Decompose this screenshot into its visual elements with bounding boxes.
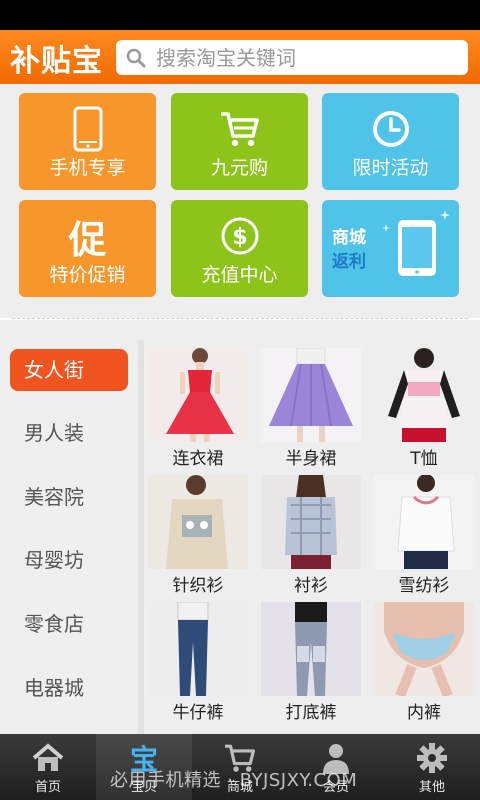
product-photo [148,475,248,569]
product-label: 雪纺衫 [398,576,450,596]
product-label: 连衣裙 [172,449,224,469]
tile-special-sale[interactable]: 促 特价促销 [19,200,156,297]
product-shirt[interactable]: 衬衫 [261,475,361,597]
divider [12,318,468,319]
product-underwear[interactable]: 内裤 [374,602,474,724]
gear-icon [384,740,480,776]
product-leggings[interactable]: 打底裤 [261,602,361,724]
product-label: 针织衫 [172,576,224,596]
tile-limited-time[interactable]: 限时活动 [322,93,459,190]
watermark: 必用手机精选 · BYJSJXY.COM [110,770,358,791]
category-beauty[interactable]: 美容院 [10,476,130,518]
home-icon [0,740,96,776]
tile-label: 九元购 [210,157,268,179]
category-women[interactable]: 女人街 [10,349,140,391]
app-logo: 补贴宝 [10,44,103,79]
promo-icon: 促 [68,217,107,262]
tile-label: 手机专享 [49,157,126,179]
status-bar [0,0,480,30]
search-icon [126,48,146,68]
tab-home[interactable]: 首页 [0,734,96,800]
product-tshirt[interactable]: T恤 [374,348,474,470]
tab-label: 首页 [34,780,61,795]
tab-other[interactable]: 其他 [384,734,480,800]
product-skirt[interactable]: 半身裙 [261,348,361,470]
product-dress[interactable]: 连衣裙 [148,348,248,470]
product-photo [148,348,248,442]
product-label: 打底裤 [285,703,337,723]
search-input[interactable] [156,40,456,75]
category-snacks[interactable]: 零食店 [10,603,130,645]
product-knitwear[interactable]: 针织衫 [148,475,248,597]
category-sidebar: 女人街 男人装 美容院 母婴坊 零食店 电器城 [0,320,140,734]
tile-nine-yuan[interactable]: 九元购 [171,93,308,190]
app-header: 补贴宝 [0,30,480,84]
tile-mall-rebate[interactable]: 商城 返利 [322,200,459,297]
content-area: 女人街 男人装 美容院 母婴坊 零食店 电器城 连衣裙 半身裙 T恤 针织衫 衬… [0,320,480,734]
product-label: 半身裙 [285,449,337,469]
product-photo [148,602,248,696]
product-jeans[interactable]: 牛仔裤 [148,602,248,724]
category-men[interactable]: 男人装 [10,412,130,454]
tile-label: 限时活动 [352,157,429,179]
product-label: T恤 [410,449,438,469]
tile-label: 特价促销 [49,264,126,286]
phone-icon [19,105,156,153]
tile-label: 充值中心 [201,264,278,286]
dollar-icon: $ [171,212,308,260]
tablet-icon [398,220,436,276]
product-photo [374,475,474,569]
product-label: 内裤 [407,703,441,723]
search-box[interactable] [116,40,468,75]
tile-phone-exclusive[interactable]: 手机专享 [19,93,156,190]
category-baby[interactable]: 母婴坊 [10,539,130,581]
product-photo [261,602,361,696]
tab-label: 其他 [418,780,445,795]
tile-recharge[interactable]: $ 充值中心 [171,200,308,297]
category-electronics[interactable]: 电器城 [10,667,130,709]
product-label: 衬衫 [294,576,328,596]
clock-icon [322,105,459,153]
svg-text:$: $ [232,225,247,250]
cart-icon [171,105,308,153]
product-chiffon[interactable]: 雪纺衫 [374,475,474,597]
rebate-line1: 商城 [332,228,366,248]
product-photo [261,475,361,569]
rebate-line2: 返利 [332,252,366,272]
product-photo [374,348,474,442]
sidebar-separator [138,340,144,734]
product-photo [374,602,474,696]
product-photo [261,348,361,442]
feature-tiles: 手机专享 九元购 限时活动 促 特价促销 $ 充值中心 商城 返利 [0,84,480,318]
product-grid: 连衣裙 半身裙 T恤 针织衫 衬衫 雪纺衫 牛仔裤 打底裤 内裤 [148,348,480,734]
product-label: 牛仔裤 [172,703,224,723]
